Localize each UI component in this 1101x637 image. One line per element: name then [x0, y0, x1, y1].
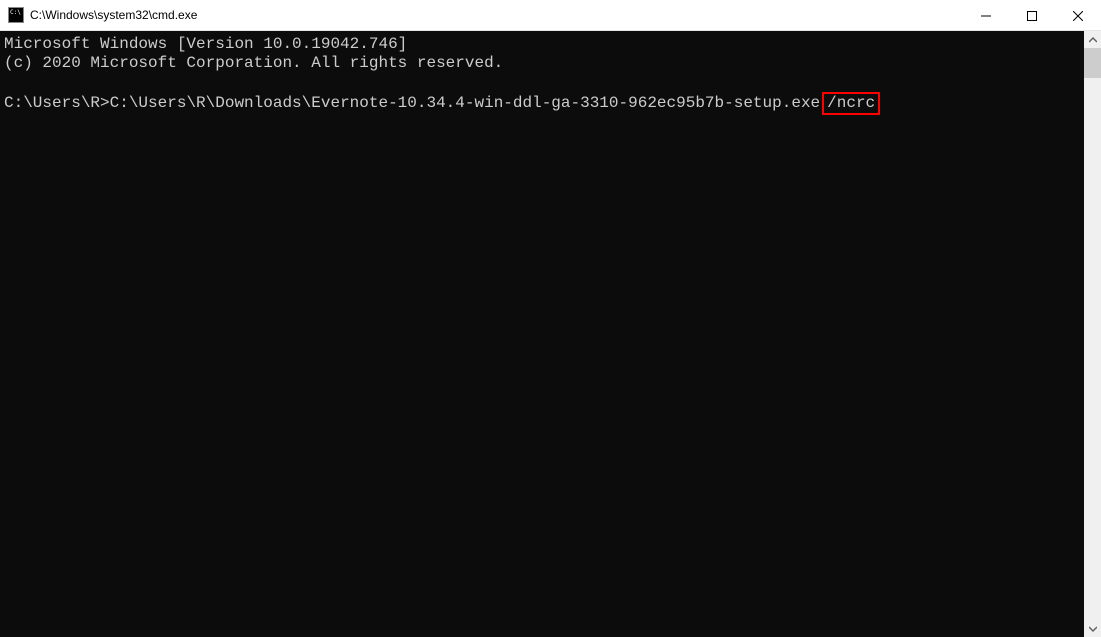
scroll-up-button[interactable]	[1084, 31, 1101, 48]
maximize-icon	[1027, 11, 1037, 21]
chevron-down-icon	[1089, 625, 1097, 633]
close-icon	[1073, 11, 1083, 21]
titlebar[interactable]: C:\Windows\system32\cmd.exe	[0, 0, 1101, 31]
terminal-blank-line	[4, 73, 1084, 92]
terminal-line: Microsoft Windows [Version 10.0.19042.74…	[4, 35, 1084, 54]
command-text: C:\Users\R\Downloads\Evernote-10.34.4-wi…	[110, 94, 821, 112]
scroll-track[interactable]	[1084, 48, 1101, 620]
prompt: C:\Users\R>	[4, 94, 110, 112]
scroll-thumb[interactable]	[1084, 48, 1101, 78]
vertical-scrollbar[interactable]	[1084, 31, 1101, 637]
scroll-down-button[interactable]	[1084, 620, 1101, 637]
terminal[interactable]: Microsoft Windows [Version 10.0.19042.74…	[0, 31, 1084, 637]
highlighted-argument: /ncrc	[822, 92, 880, 115]
terminal-command-line: C:\Users\R>C:\Users\R\Downloads\Evernote…	[4, 92, 1084, 115]
chevron-up-icon	[1089, 36, 1097, 44]
window-controls	[963, 0, 1101, 31]
maximize-button[interactable]	[1009, 0, 1055, 31]
content-area: Microsoft Windows [Version 10.0.19042.74…	[0, 31, 1101, 637]
window: C:\Windows\system32\cmd.exe Microsoft W	[0, 0, 1101, 637]
cmd-icon	[8, 7, 24, 23]
minimize-button[interactable]	[963, 0, 1009, 31]
close-button[interactable]	[1055, 0, 1101, 31]
window-title: C:\Windows\system32\cmd.exe	[30, 8, 197, 22]
terminal-line: (c) 2020 Microsoft Corporation. All righ…	[4, 54, 1084, 73]
minimize-icon	[981, 11, 991, 21]
